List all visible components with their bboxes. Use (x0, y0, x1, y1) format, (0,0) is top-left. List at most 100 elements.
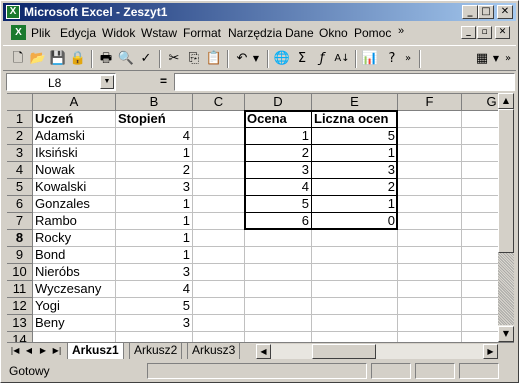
cell-f11[interactable] (398, 281, 462, 298)
cell-b1[interactable]: Stopień (116, 111, 193, 128)
cell-a10[interactable]: Nieróbs (33, 264, 116, 281)
help-icon[interactable]: ? (383, 50, 401, 68)
row-header-6[interactable]: 6 (7, 196, 33, 213)
cell-c10[interactable] (193, 264, 245, 281)
cell-a3[interactable]: Iksiński (33, 145, 116, 162)
cell-f13[interactable] (398, 315, 462, 332)
sheet-tab-arkusz2[interactable]: Arkusz2 (129, 343, 183, 359)
cell-a8[interactable]: Rocky (33, 230, 116, 247)
last-sheet-icon[interactable]: ▶| (50, 344, 64, 358)
row-header-13[interactable]: 13 (7, 315, 33, 332)
cell-e1[interactable]: Liczna ocen (312, 111, 398, 128)
workbook-minimize-button[interactable]: _ (461, 26, 476, 39)
cell-d2[interactable]: 1 (245, 128, 312, 145)
column-header-d[interactable]: D (245, 94, 312, 111)
row-header-12[interactable]: 12 (7, 298, 33, 315)
row-header-4[interactable]: 4 (7, 162, 33, 179)
cell-b10[interactable]: 3 (116, 264, 193, 281)
menu-dane[interactable]: Dane (285, 26, 314, 40)
menu-wstaw[interactable]: Wstaw (141, 26, 177, 40)
toolbar-overflow-icon[interactable]: » (403, 50, 413, 68)
cell-b9[interactable]: 1 (116, 247, 193, 264)
cell-c7[interactable] (193, 213, 245, 230)
next-sheet-icon[interactable]: ▶ (36, 344, 50, 358)
cell-d14[interactable] (245, 332, 312, 342)
cell-b13[interactable]: 3 (116, 315, 193, 332)
paste-icon[interactable]: 📋 (205, 50, 223, 68)
cell-e10[interactable] (312, 264, 398, 281)
cell-g6[interactable] (462, 196, 498, 213)
hyperlink-icon[interactable]: 🌐 (273, 50, 291, 68)
row-header-10[interactable]: 10 (7, 264, 33, 281)
copy-icon[interactable]: ⎘ (185, 50, 203, 68)
new-icon[interactable]: 🗋 (9, 50, 27, 68)
row-header-14[interactable]: 14 (7, 332, 33, 342)
cell-a2[interactable]: Adamski (33, 128, 116, 145)
borders-dropdown-icon[interactable]: ▼ (491, 50, 501, 68)
open-icon[interactable]: 📂 (29, 50, 47, 68)
borders-icon[interactable]: ▦ (473, 50, 491, 68)
vertical-scrollbar[interactable]: ▲ ▼ (498, 93, 514, 342)
cell-d3[interactable]: 2 (245, 145, 312, 162)
horizontal-scrollbar[interactable]: ◀ ▶ (256, 344, 498, 359)
cell-a4[interactable]: Nowak (33, 162, 116, 179)
scroll-up-icon[interactable]: ▲ (498, 93, 514, 109)
cell-f14[interactable] (398, 332, 462, 342)
row-header-8[interactable]: 8 (7, 230, 33, 247)
cell-e2[interactable]: 5 (312, 128, 398, 145)
column-header-c[interactable]: C (193, 94, 245, 111)
cell-a14[interactable] (33, 332, 116, 342)
cell-g11[interactable] (462, 281, 498, 298)
sort-ascending-icon[interactable]: A↓ (333, 50, 351, 68)
cell-f6[interactable] (398, 196, 462, 213)
cell-e14[interactable] (312, 332, 398, 342)
sheet-tab-arkusz1[interactable]: Arkusz1 (67, 343, 124, 359)
prev-sheet-icon[interactable]: ◀ (22, 344, 36, 358)
name-box[interactable]: L8 ▼ (6, 73, 116, 91)
cell-d10[interactable] (245, 264, 312, 281)
cell-e7[interactable]: 0 (312, 213, 398, 230)
cell-c11[interactable] (193, 281, 245, 298)
cell-d1[interactable]: Ocena (245, 111, 312, 128)
excel-app-icon[interactable]: X (6, 5, 20, 19)
column-header-g[interactable]: G (462, 94, 498, 111)
cell-e3[interactable]: 1 (312, 145, 398, 162)
cell-a11[interactable]: Wyczesany (33, 281, 116, 298)
cell-e11[interactable] (312, 281, 398, 298)
cell-d4[interactable]: 3 (245, 162, 312, 179)
cell-d9[interactable] (245, 247, 312, 264)
cell-g14[interactable] (462, 332, 498, 342)
cell-d11[interactable] (245, 281, 312, 298)
cell-d7[interactable]: 6 (245, 213, 312, 230)
title-bar[interactable]: X Microsoft Excel - Zeszyt1 _ □ ✕ (3, 3, 516, 21)
cell-e13[interactable] (312, 315, 398, 332)
cell-g9[interactable] (462, 247, 498, 264)
first-sheet-icon[interactable]: |◀ (8, 344, 22, 358)
cell-d13[interactable] (245, 315, 312, 332)
function-icon[interactable]: ƒ (313, 50, 331, 68)
row-header-3[interactable]: 3 (7, 145, 33, 162)
menu-pomoc[interactable]: Pomoc (354, 26, 391, 40)
cell-c5[interactable] (193, 179, 245, 196)
cell-a7[interactable]: Rambo (33, 213, 116, 230)
vertical-scroll-thumb[interactable] (498, 109, 514, 253)
cell-e6[interactable]: 1 (312, 196, 398, 213)
cell-c14[interactable] (193, 332, 245, 342)
column-header-b[interactable]: B (116, 94, 193, 111)
menu-overflow-icon[interactable]: » (398, 25, 404, 37)
formula-input[interactable] (174, 73, 515, 91)
row-header-9[interactable]: 9 (7, 247, 33, 264)
cell-b11[interactable]: 4 (116, 281, 193, 298)
cell-c2[interactable] (193, 128, 245, 145)
chevron-down-icon[interactable]: ▼ (100, 75, 114, 89)
undo-icon[interactable]: ↶ (233, 50, 251, 68)
formula-equals-label[interactable]: = (160, 74, 167, 88)
cell-b4[interactable]: 2 (116, 162, 193, 179)
minimize-button[interactable]: _ (462, 5, 478, 19)
cell-a5[interactable]: Kowalski (33, 179, 116, 196)
scroll-left-icon[interactable]: ◀ (256, 344, 271, 359)
cell-d5[interactable]: 4 (245, 179, 312, 196)
cell-c6[interactable] (193, 196, 245, 213)
cell-c1[interactable] (193, 111, 245, 128)
cell-f1[interactable] (398, 111, 462, 128)
